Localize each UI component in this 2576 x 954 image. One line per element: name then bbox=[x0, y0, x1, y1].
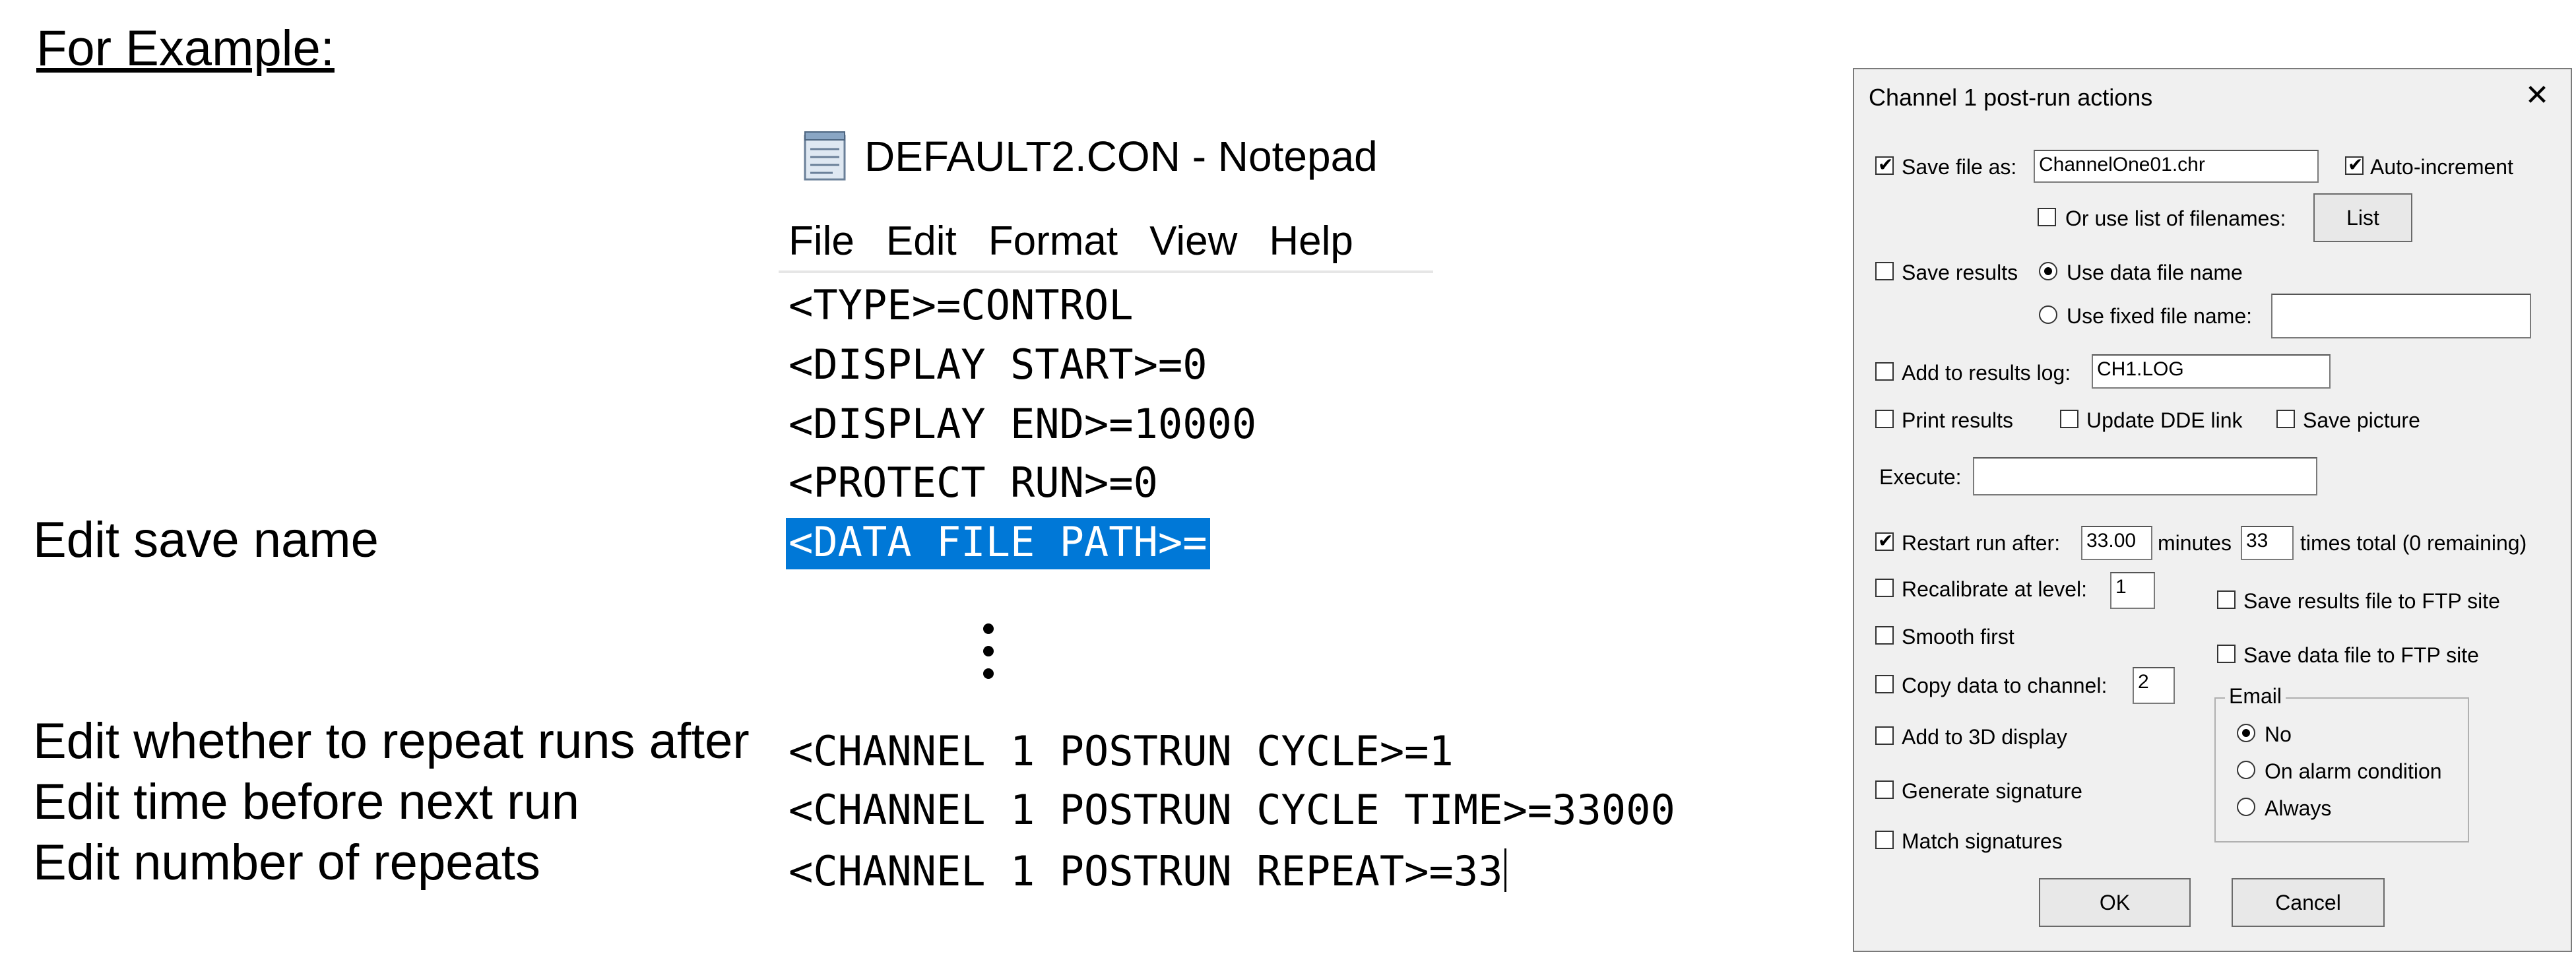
save-picture-checkbox[interactable] bbox=[2276, 410, 2295, 428]
update-dde-link-checkbox[interactable] bbox=[2060, 410, 2078, 428]
menu-help[interactable]: Help bbox=[1269, 218, 1353, 264]
dialog-title: Channel 1 post-run actions bbox=[1869, 84, 2153, 111]
match-signatures-checkbox[interactable] bbox=[1875, 831, 1894, 849]
recalibrate-level-input[interactable]: 1 bbox=[2110, 572, 2155, 609]
save-results-ftp-checkbox[interactable] bbox=[2217, 590, 2236, 609]
copy-data-label: Copy data to channel: bbox=[1902, 674, 2108, 697]
text-cursor bbox=[1504, 848, 1506, 892]
times-total-input[interactable]: 33 bbox=[2241, 526, 2294, 560]
generate-signature-label: Generate signature bbox=[1902, 779, 2082, 803]
save-data-ftp-label: Save data file to FTP site bbox=[2243, 643, 2479, 667]
email-always-radio[interactable] bbox=[2237, 798, 2255, 816]
smooth-first-checkbox[interactable] bbox=[1875, 626, 1894, 645]
generate-signature-checkbox[interactable] bbox=[1875, 780, 1894, 799]
code-line: <CHANNEL 1 POSTRUN CYCLE TIME>=33000 bbox=[789, 786, 1675, 834]
match-signatures-label: Match signatures bbox=[1902, 829, 2063, 853]
save-file-as-checkbox[interactable] bbox=[1875, 154, 1894, 175]
edit-number-note: Edit number of repeats bbox=[33, 835, 540, 891]
print-results-label: Print results bbox=[1902, 408, 2013, 432]
use-fixed-file-name-radio[interactable] bbox=[2039, 305, 2057, 324]
recalibrate-label: Recalibrate at level: bbox=[1902, 577, 2088, 601]
save-file-name-input[interactable]: ChannelOne01.chr bbox=[2034, 150, 2319, 183]
minutes-label: minutes bbox=[2158, 531, 2232, 555]
results-log-input[interactable]: CH1.LOG bbox=[2092, 354, 2331, 389]
email-group-label: Email bbox=[2225, 684, 2286, 709]
email-on-alarm-label: On alarm condition bbox=[2265, 759, 2442, 783]
use-list-label: Or use list of filenames: bbox=[2065, 207, 2286, 230]
close-icon[interactable]: ✕ bbox=[2521, 79, 2554, 112]
notepad-title: DEFAULT2.CON - Notepad bbox=[864, 133, 1378, 180]
copy-channel-input[interactable]: 2 bbox=[2133, 667, 2175, 704]
add-to-results-log-checkbox[interactable] bbox=[1875, 362, 1894, 381]
execute-input[interactable] bbox=[1973, 457, 2317, 495]
update-dde-link-label: Update DDE link bbox=[2086, 408, 2243, 432]
print-results-checkbox[interactable] bbox=[1875, 410, 1894, 428]
restart-run-checkbox[interactable] bbox=[1875, 530, 1894, 552]
email-no-label: No bbox=[2265, 722, 2292, 746]
code-line-last[interactable]: <CHANNEL 1 POSTRUN REPEAT>=33 bbox=[789, 848, 1506, 892]
fixed-file-name-input[interactable] bbox=[2271, 294, 2531, 338]
code-line: <DISPLAY START>=0 bbox=[789, 340, 1208, 389]
notepad-icon bbox=[804, 131, 846, 181]
menu-file[interactable]: File bbox=[789, 218, 854, 264]
save-results-label: Save results bbox=[1902, 261, 2018, 284]
save-data-ftp-checkbox[interactable] bbox=[2217, 645, 2236, 663]
use-fixed-file-name-label: Use fixed file name: bbox=[2067, 304, 2253, 328]
restart-minutes-input[interactable]: 33.00 bbox=[2081, 526, 2152, 560]
email-always-label: Always bbox=[2265, 796, 2332, 820]
save-file-as-label: Save file as: bbox=[1902, 155, 2017, 179]
notepad-menubar: File Edit Format View Help bbox=[789, 218, 1385, 265]
execute-label: Execute: bbox=[1879, 465, 1962, 489]
ellipsis-dots bbox=[983, 623, 996, 691]
email-on-alarm-radio[interactable] bbox=[2237, 761, 2255, 779]
edit-time-note: Edit time before next run bbox=[33, 774, 579, 830]
email-no-radio[interactable] bbox=[2237, 724, 2255, 742]
menu-edit[interactable]: Edit bbox=[886, 218, 957, 264]
auto-increment-checkbox[interactable] bbox=[2345, 154, 2364, 175]
menu-format[interactable]: Format bbox=[988, 218, 1118, 264]
selected-code-line[interactable]: <DATA FILE PATH>= bbox=[786, 518, 1210, 569]
code-line: <CHANNEL 1 POSTRUN CYCLE>=1 bbox=[789, 727, 1454, 775]
use-data-file-name-label: Use data file name bbox=[2067, 261, 2243, 284]
save-results-ftp-label: Save results file to FTP site bbox=[2243, 589, 2500, 613]
code-line: <TYPE>=CONTROL bbox=[789, 281, 1134, 329]
menu-view[interactable]: View bbox=[1149, 218, 1237, 264]
add-3d-label: Add to 3D display bbox=[1902, 725, 2067, 749]
code-line: <CHANNEL 1 POSTRUN REPEAT>=33 bbox=[789, 847, 1503, 895]
restart-run-label: Restart run after: bbox=[1902, 531, 2061, 555]
menu-separator bbox=[779, 270, 1433, 273]
add-to-results-log-label: Add to results log: bbox=[1902, 361, 2071, 385]
save-picture-label: Save picture bbox=[2303, 408, 2420, 432]
code-line: <PROTECT RUN>=0 bbox=[789, 459, 1158, 507]
auto-increment-label: Auto-increment bbox=[2370, 155, 2513, 179]
use-list-checkbox[interactable] bbox=[2038, 208, 2056, 226]
add-3d-checkbox[interactable] bbox=[1875, 726, 1894, 745]
list-button[interactable]: List bbox=[2313, 193, 2412, 242]
edit-repeat-note: Edit whether to repeat runs after bbox=[33, 713, 750, 769]
times-total-label: times total (0 remaining) bbox=[2300, 531, 2527, 555]
code-line: <DISPLAY END>=10000 bbox=[789, 400, 1257, 448]
use-data-file-name-radio[interactable] bbox=[2039, 262, 2057, 280]
post-run-dialog: Channel 1 post-run actions ✕ Save file a… bbox=[1853, 68, 2572, 952]
ok-button[interactable]: OK bbox=[2039, 878, 2191, 927]
save-results-checkbox[interactable] bbox=[1875, 262, 1894, 280]
smooth-first-label: Smooth first bbox=[1902, 625, 2014, 649]
example-heading: For Example: bbox=[36, 20, 335, 77]
copy-data-checkbox[interactable] bbox=[1875, 675, 1894, 693]
edit-save-name-note: Edit save name bbox=[33, 512, 379, 568]
cancel-button[interactable]: Cancel bbox=[2232, 878, 2385, 927]
recalibrate-checkbox[interactable] bbox=[1875, 579, 1894, 597]
